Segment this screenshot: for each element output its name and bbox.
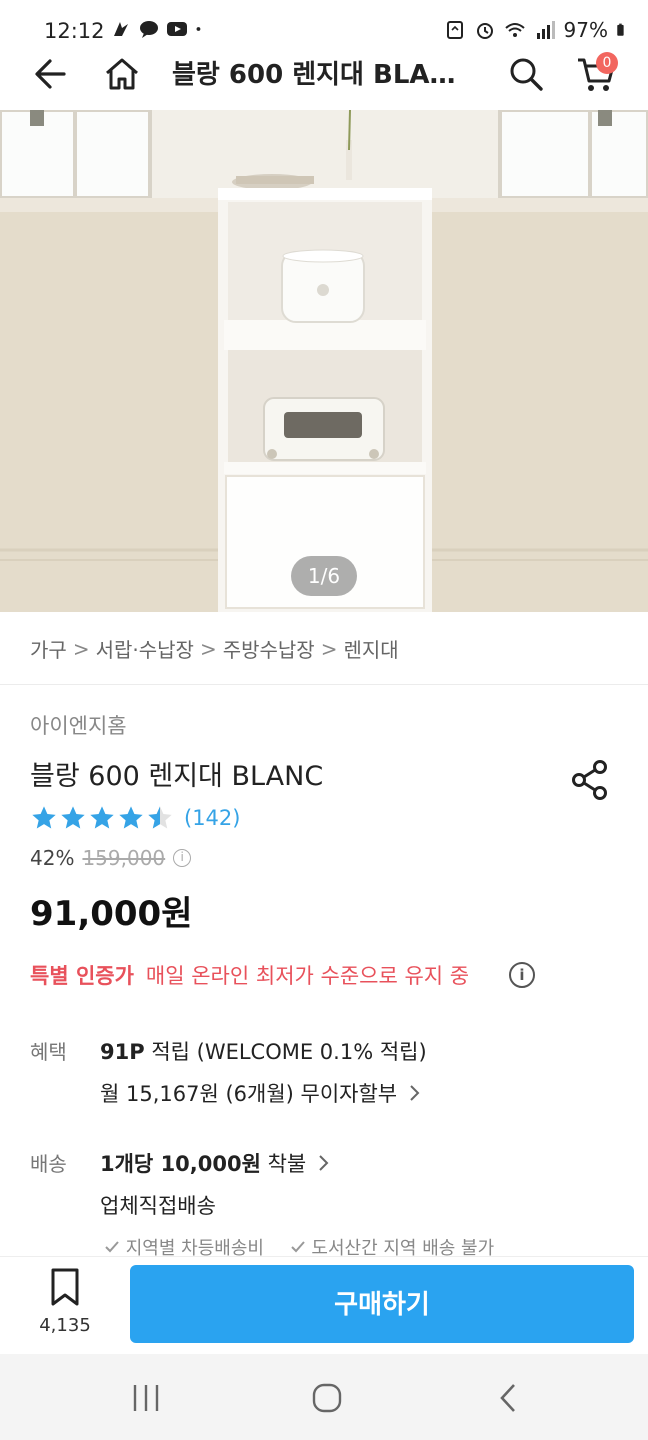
- star-icon: [32, 806, 56, 829]
- back-button[interactable]: [24, 48, 76, 100]
- points-value: 91P: [100, 1040, 145, 1064]
- breadcrumb: 가구 > 서랍·수납장 > 주방수납장 > 렌지대: [30, 634, 399, 663]
- info-icon[interactable]: i: [509, 962, 535, 988]
- youtube-icon: [167, 22, 187, 36]
- search-icon: [510, 58, 543, 91]
- divider: [0, 684, 648, 685]
- shipping-fee-suffix: 착불: [267, 1152, 307, 1176]
- page-title: 블랑 600 렌지대 BLA…: [172, 60, 456, 90]
- image-pager: 1/6: [291, 556, 357, 596]
- buy-button[interactable]: 구매하기: [130, 1265, 634, 1343]
- breadcrumb-separator: >: [320, 636, 338, 661]
- shipping-note: 지역별 차등배송비: [104, 1238, 264, 1256]
- benefit-points: 91P 적립 (WELCOME 0.1% 적립): [100, 1036, 427, 1066]
- product-photo: [0, 110, 648, 612]
- shipping-note-text: 도서산간 지역 배송 불가: [311, 1238, 495, 1256]
- wifi-icon: [504, 23, 525, 37]
- breadcrumb-item-drawer-storage[interactable]: 서랍·수납장: [96, 634, 194, 663]
- half-star-icon: [148, 806, 172, 829]
- breadcrumb-item-range-stand[interactable]: 렌지대: [343, 634, 398, 663]
- shipping-label: 배송: [30, 1152, 67, 1176]
- installment-text: 월 15,167원 (6개월) 무이자할부: [100, 1082, 398, 1106]
- discount-row: 42% 159,000 i: [30, 846, 192, 870]
- shipping-method: 업체직접배송: [100, 1194, 216, 1218]
- points-desc: 적립 (WELCOME 0.1% 적립): [151, 1040, 427, 1064]
- star-icon: [119, 806, 143, 829]
- app-notification-icon: [114, 22, 128, 36]
- brand-name[interactable]: 아이엔지홈: [30, 710, 127, 740]
- certified-price-desc: 매일 온라인 최저가 수준으로 유지 중: [145, 964, 470, 988]
- alarm-icon: [476, 23, 493, 39]
- cart-badge: 0: [596, 52, 618, 74]
- star-icon: [61, 806, 85, 829]
- bookmark-count: 4,135: [39, 1315, 91, 1336]
- breadcrumb-item-furniture[interactable]: 가구: [30, 634, 67, 663]
- share-button[interactable]: [566, 756, 614, 804]
- price-info-icon[interactable]: i: [173, 849, 192, 867]
- recent-apps-icon: [133, 1385, 159, 1411]
- star-icon: [90, 806, 114, 829]
- bookmark-icon: [51, 1268, 79, 1306]
- recent-apps-button[interactable]: [116, 1376, 176, 1420]
- share-icon: [572, 760, 607, 800]
- product-name: 블랑 600 렌지대 BLANC: [30, 761, 324, 792]
- system-nav-bar: [0, 1354, 648, 1440]
- recycle-icon: [446, 21, 463, 39]
- notification-icons: [110, 18, 208, 40]
- breadcrumb-separator: >: [199, 636, 217, 661]
- chevron-right-icon: [319, 1155, 329, 1171]
- installment-link[interactable]: 월 15,167원 (6개월) 무이자할부: [100, 1078, 422, 1108]
- cart-button[interactable]: 0: [570, 48, 622, 100]
- check-icon: [290, 1241, 305, 1253]
- signal-icon: [536, 21, 555, 39]
- review-count[interactable]: (142): [184, 806, 240, 830]
- chevron-right-icon: [410, 1085, 420, 1101]
- certified-price-label: 특별 인증가: [30, 964, 134, 988]
- shipping-fee: 1개당 10,000원: [100, 1152, 261, 1176]
- home-button[interactable]: [96, 48, 148, 100]
- chat-icon: [140, 21, 158, 38]
- certified-price-row: 특별 인증가 매일 온라인 최저가 수준으로 유지 중: [30, 960, 469, 990]
- shipping-note-text: 지역별 차등배송비: [125, 1238, 264, 1256]
- home-icon: [106, 58, 138, 90]
- breadcrumb-item-kitchen-storage[interactable]: 주방수납장: [223, 634, 315, 663]
- system-status: 97%: [444, 18, 630, 42]
- dot-icon: [196, 27, 201, 31]
- star-rating: [30, 804, 174, 832]
- shipping-notes: 지역별 차등배송비 도서산간 지역 배송 불가: [104, 1234, 514, 1256]
- rating[interactable]: (142): [30, 804, 240, 832]
- app-header: 블랑 600 렌지대 BLA… 0: [0, 40, 648, 110]
- discount-percent: 42%: [30, 846, 75, 870]
- search-button[interactable]: [500, 48, 552, 100]
- sale-price: 91,000원: [30, 894, 193, 934]
- back-arrow-icon: [35, 59, 66, 89]
- shipping-fee-link[interactable]: 1개당 10,000원 착불: [100, 1148, 331, 1178]
- bookmark-button[interactable]: 4,135: [30, 1267, 100, 1347]
- home-nav-button[interactable]: [297, 1376, 357, 1420]
- battery-icon: [617, 23, 624, 36]
- shipping-note: 도서산간 지역 배송 불가: [290, 1238, 495, 1256]
- product-image-carousel[interactable]: 1/6: [0, 110, 648, 612]
- check-icon: [105, 1241, 119, 1253]
- breadcrumb-separator: >: [72, 636, 90, 661]
- home-circle-icon: [312, 1383, 342, 1413]
- battery-percent: 97%: [563, 18, 608, 42]
- benefit-label: 혜택: [30, 1040, 67, 1064]
- purchase-bar: 4,135 구매하기: [0, 1256, 648, 1354]
- original-price: 159,000: [82, 846, 166, 870]
- back-chevron-icon: [500, 1384, 515, 1412]
- back-nav-button[interactable]: [478, 1376, 538, 1420]
